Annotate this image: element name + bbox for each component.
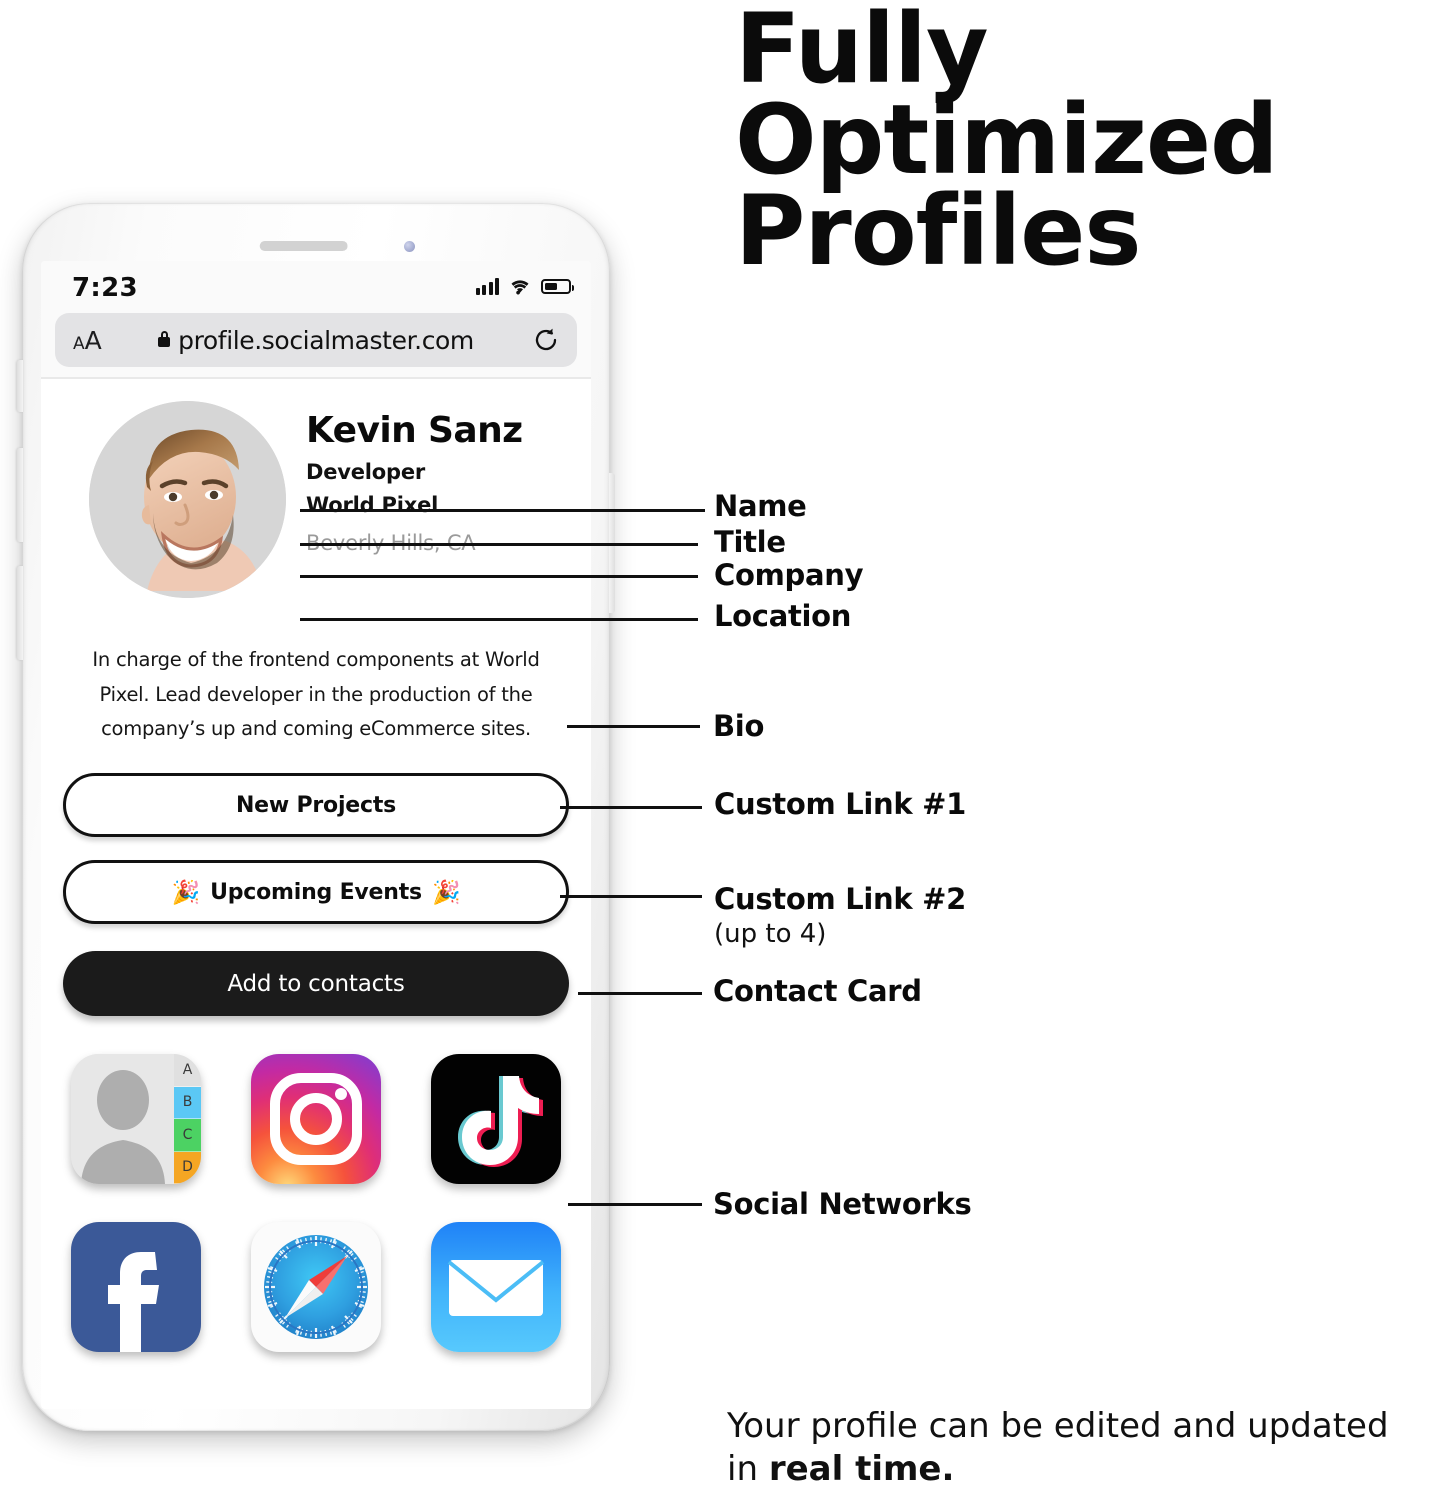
address-bar-content: profile.socialmaster.com (55, 326, 577, 355)
profile-title: Developer (306, 459, 426, 484)
footer-note-emphasis: real time. (768, 1448, 955, 1489)
status-icons (475, 277, 574, 295)
custom-link-2-label: Upcoming Events (210, 879, 422, 905)
phone-volume-down-button[interactable] (17, 566, 23, 660)
page-headline: Fully Optimized Profiles (735, 0, 1435, 288)
profile-bio: In charge of the frontend components at … (92, 648, 540, 741)
profile-links: New Projects 🎉 Upcoming Events 🎉 Add to … (41, 773, 591, 1017)
phone-volume-up-button[interactable] (17, 448, 23, 542)
battery-icon (541, 278, 574, 294)
profile-fields: Kevin Sanz Developer World Pixel Beverly… (306, 411, 591, 559)
phone-mockup: 7:23 AA profile.socialmaster.com Kevin S… (17, 203, 615, 1431)
annotation-leader-social-networks (568, 1203, 702, 1206)
browser-toolbar: AA profile.socialmaster.com (41, 313, 591, 377)
mail-icon[interactable] (431, 1222, 561, 1353)
contacts-tab-a: A (174, 1054, 201, 1087)
annotation-leader-custom-link-2 (560, 895, 702, 898)
tiktok-icon[interactable] (431, 1054, 561, 1185)
profile-name: Kevin Sanz (306, 410, 523, 451)
contacts-tab-d: D (174, 1151, 201, 1185)
footer-note-line-1: Your profile can be edited and updated (727, 1406, 1389, 1446)
annotation-sublabel-custom-link-2: (up to 4) (714, 919, 827, 949)
annotation-label-custom-link-1: Custom Link #1 (714, 787, 967, 821)
reload-icon[interactable] (533, 327, 559, 353)
footer-note-line-2-prefix: in (727, 1448, 769, 1489)
party-popper-icon-right: 🎉 (431, 879, 461, 906)
custom-link-2-button[interactable]: 🎉 Upcoming Events 🎉 (63, 860, 569, 925)
annotation-leader-company (300, 575, 698, 578)
lock-icon (158, 331, 171, 347)
facebook-icon[interactable] (71, 1222, 201, 1353)
annotation-leader-title (300, 543, 698, 546)
phone-screen: 7:23 AA profile.socialmaster.com Kevin S… (41, 261, 591, 1409)
contacts-alphabet-tabs: A B C D (174, 1054, 201, 1185)
contacts-tab-c: C (174, 1119, 201, 1152)
annotation-label-contact-card: Contact Card (713, 974, 922, 1008)
custom-link-1-label: New Projects (235, 792, 397, 818)
annotation-label-social-networks: Social Networks (713, 1187, 972, 1221)
add-to-contacts-button[interactable]: Add to contacts (63, 951, 569, 1017)
annotation-leader-contact-card (578, 992, 702, 995)
status-bar: 7:23 (41, 261, 591, 313)
headline-line-1: Fully (735, 0, 989, 105)
custom-link-1-button[interactable]: New Projects (63, 773, 569, 838)
annotation-label-name: Name (714, 489, 807, 523)
annotation-label-bio: Bio (713, 709, 765, 743)
address-bar-url: profile.socialmaster.com (178, 325, 474, 355)
add-to-contacts-label: Add to contacts (227, 970, 405, 997)
contacts-icon[interactable]: A B C D (71, 1054, 201, 1185)
annotation-leader-custom-link-1 (560, 806, 702, 809)
annotation-leader-location (300, 618, 698, 621)
annotation-leader-bio (567, 725, 700, 728)
annotation-label-company: Company (714, 558, 864, 592)
text-size-icon[interactable]: AA (73, 328, 102, 353)
footer-note: Your profile can be edited and updated i… (727, 1405, 1447, 1490)
contacts-tab-b: B (174, 1086, 201, 1120)
footer-note-line-2: in real time. (727, 1448, 1447, 1491)
wifi-icon (511, 280, 529, 295)
annotation-label-title: Title (714, 525, 786, 559)
phone-front-camera (404, 241, 415, 252)
phone-silent-switch[interactable] (17, 360, 23, 412)
profile-company: World Pixel (306, 492, 439, 517)
annotation-leader-name (300, 509, 705, 512)
avatar (89, 401, 286, 598)
annotation-label-location: Location (714, 599, 852, 633)
headline-line-2: Optimized (735, 84, 1279, 197)
headline-line-3: Profiles (735, 175, 1141, 288)
annotation-label-custom-link-2: Custom Link #2 (714, 882, 967, 916)
address-bar[interactable]: AA profile.socialmaster.com (55, 313, 577, 367)
status-time: 7:23 (72, 273, 138, 303)
cellular-bars-icon (475, 277, 499, 295)
safari-icon[interactable] (251, 1222, 381, 1353)
instagram-icon[interactable] (251, 1054, 381, 1185)
profile-header: Kevin Sanz Developer World Pixel Beverly… (41, 379, 591, 615)
social-networks-grid: A B C D (41, 1054, 591, 1353)
phone-earpiece-speaker (259, 241, 348, 251)
party-popper-icon-left: 🎉 (171, 879, 201, 906)
profile-location: Beverly Hills, CA (306, 521, 591, 559)
